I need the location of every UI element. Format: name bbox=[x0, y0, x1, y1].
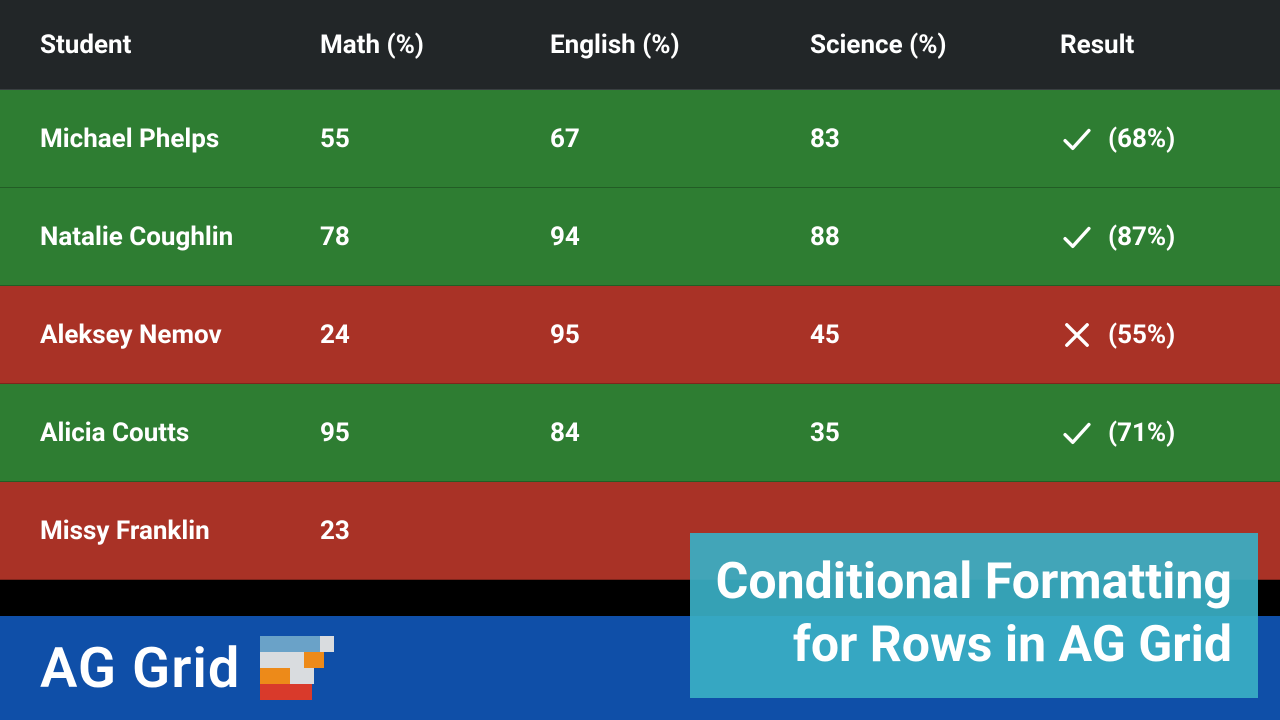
col-header-result[interactable]: Result bbox=[1050, 30, 1280, 60]
result-percent: (71%) bbox=[1108, 418, 1175, 448]
cell-result: (55%) bbox=[1050, 318, 1280, 352]
cell-math: 78 bbox=[310, 222, 540, 252]
cell-math: 23 bbox=[310, 516, 540, 546]
brand-logo-icon bbox=[260, 636, 334, 700]
col-header-science[interactable]: Science (%) bbox=[800, 30, 1050, 60]
title-card: Conditional Formatting for Rows in AG Gr… bbox=[690, 533, 1258, 698]
check-icon bbox=[1060, 122, 1094, 156]
cell-science: 88 bbox=[800, 222, 1050, 252]
brand-name: AG Grid bbox=[40, 635, 240, 701]
cell-result: (87%) bbox=[1050, 220, 1280, 254]
cross-icon bbox=[1060, 318, 1094, 352]
cell-result: (71%) bbox=[1050, 416, 1280, 450]
result-percent: (68%) bbox=[1108, 124, 1175, 154]
table-row[interactable]: Natalie Coughlin 78 94 88 (87%) bbox=[0, 188, 1280, 286]
cell-english: 67 bbox=[540, 124, 800, 154]
col-header-english[interactable]: English (%) bbox=[540, 30, 800, 60]
cell-math: 24 bbox=[310, 320, 540, 350]
table-row[interactable]: Alicia Coutts 95 84 35 (71%) bbox=[0, 384, 1280, 482]
brand: AG Grid bbox=[40, 635, 334, 701]
cell-science: 83 bbox=[800, 124, 1050, 154]
cell-english: 84 bbox=[540, 418, 800, 448]
check-icon bbox=[1060, 416, 1094, 450]
cell-student: Missy Franklin bbox=[0, 516, 310, 546]
table-header-row: Student Math (%) English (%) Science (%)… bbox=[0, 0, 1280, 90]
col-header-math[interactable]: Math (%) bbox=[310, 30, 540, 60]
cell-english: 94 bbox=[540, 222, 800, 252]
result-percent: (87%) bbox=[1108, 222, 1175, 252]
cell-math: 55 bbox=[310, 124, 540, 154]
cell-science: 35 bbox=[800, 418, 1050, 448]
cell-science: 45 bbox=[800, 320, 1050, 350]
check-icon bbox=[1060, 220, 1094, 254]
cell-student: Natalie Coughlin bbox=[0, 222, 310, 252]
title-line-2: for Rows in AG Grid bbox=[716, 614, 1232, 677]
title-line-1: Conditional Formatting bbox=[716, 551, 1232, 614]
table-row[interactable]: Aleksey Nemov 24 95 45 (55%) bbox=[0, 286, 1280, 384]
cell-student: Alicia Coutts bbox=[0, 418, 310, 448]
cell-student: Michael Phelps bbox=[0, 124, 310, 154]
cell-english: 95 bbox=[540, 320, 800, 350]
col-header-student[interactable]: Student bbox=[0, 30, 310, 60]
cell-math: 95 bbox=[310, 418, 540, 448]
table-row[interactable]: Michael Phelps 55 67 83 (68%) bbox=[0, 90, 1280, 188]
cell-student: Aleksey Nemov bbox=[0, 320, 310, 350]
cell-result: (68%) bbox=[1050, 122, 1280, 156]
data-grid: Student Math (%) English (%) Science (%)… bbox=[0, 0, 1280, 580]
result-percent: (55%) bbox=[1108, 320, 1175, 350]
